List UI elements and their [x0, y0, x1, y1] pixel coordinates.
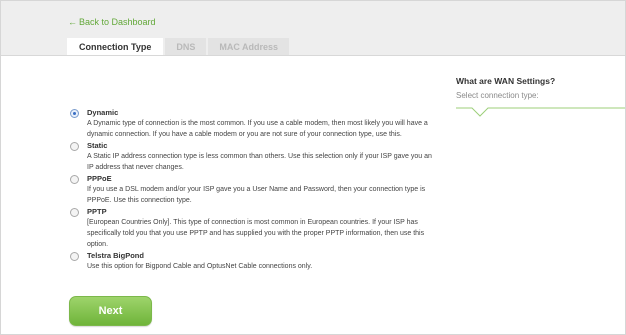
- option-static: Static A Static IP address connection ty…: [70, 141, 435, 173]
- next-button[interactable]: Next: [69, 296, 152, 326]
- radio-dynamic[interactable]: [70, 109, 79, 118]
- back-to-dashboard-link[interactable]: ← Back to Dashboard: [68, 17, 156, 27]
- back-link-label: Back to Dashboard: [79, 17, 156, 27]
- option-telstra-bigpond: Telstra BigPond Use this option for Bigp…: [70, 251, 435, 272]
- option-description: [European Countries Only]. This type of …: [87, 219, 425, 248]
- help-title: What are WAN Settings?: [456, 76, 556, 86]
- tab-connection-type[interactable]: Connection Type: [67, 38, 164, 56]
- option-title: Telstra BigPond: [87, 251, 144, 260]
- page-header: ← Back to Dashboard Connection Type DNS M…: [0, 0, 626, 56]
- option-description: A Static IP address connection type is l…: [87, 153, 432, 171]
- option-pppoe: PPPoE If you use a DSL modem and/or your…: [70, 174, 435, 206]
- option-pptp: PPTP [European Countries Only]. This typ…: [70, 207, 435, 250]
- help-subtitle: Select connection type:: [456, 91, 539, 100]
- option-dynamic: Dynamic A Dynamic type of connection is …: [70, 108, 435, 140]
- help-divider-pointer: [456, 107, 626, 117]
- connection-type-options: Dynamic A Dynamic type of connection is …: [70, 108, 435, 273]
- option-description: A Dynamic type of connection is the most…: [87, 120, 428, 138]
- tab-bar: Connection Type DNS MAC Address: [67, 38, 291, 56]
- radio-static[interactable]: [70, 142, 79, 151]
- tab-mac-address[interactable]: MAC Address: [208, 38, 290, 56]
- header-divider: [0, 55, 626, 56]
- radio-pptp[interactable]: [70, 208, 79, 217]
- back-arrow-icon: ←: [68, 17, 77, 27]
- tab-dns[interactable]: DNS: [165, 38, 207, 56]
- option-title: Dynamic: [87, 108, 119, 117]
- option-title: Static: [87, 141, 108, 150]
- option-title: PPPoE: [87, 174, 112, 183]
- help-panel: What are WAN Settings? Select connection…: [456, 76, 626, 117]
- option-title: PPTP: [87, 207, 107, 216]
- option-description: Use this option for Bigpond Cable and Op…: [87, 263, 313, 270]
- option-description: If you use a DSL modem and/or your ISP g…: [87, 186, 426, 204]
- radio-pppoe[interactable]: [70, 175, 79, 184]
- radio-telstra-bigpond[interactable]: [70, 252, 79, 261]
